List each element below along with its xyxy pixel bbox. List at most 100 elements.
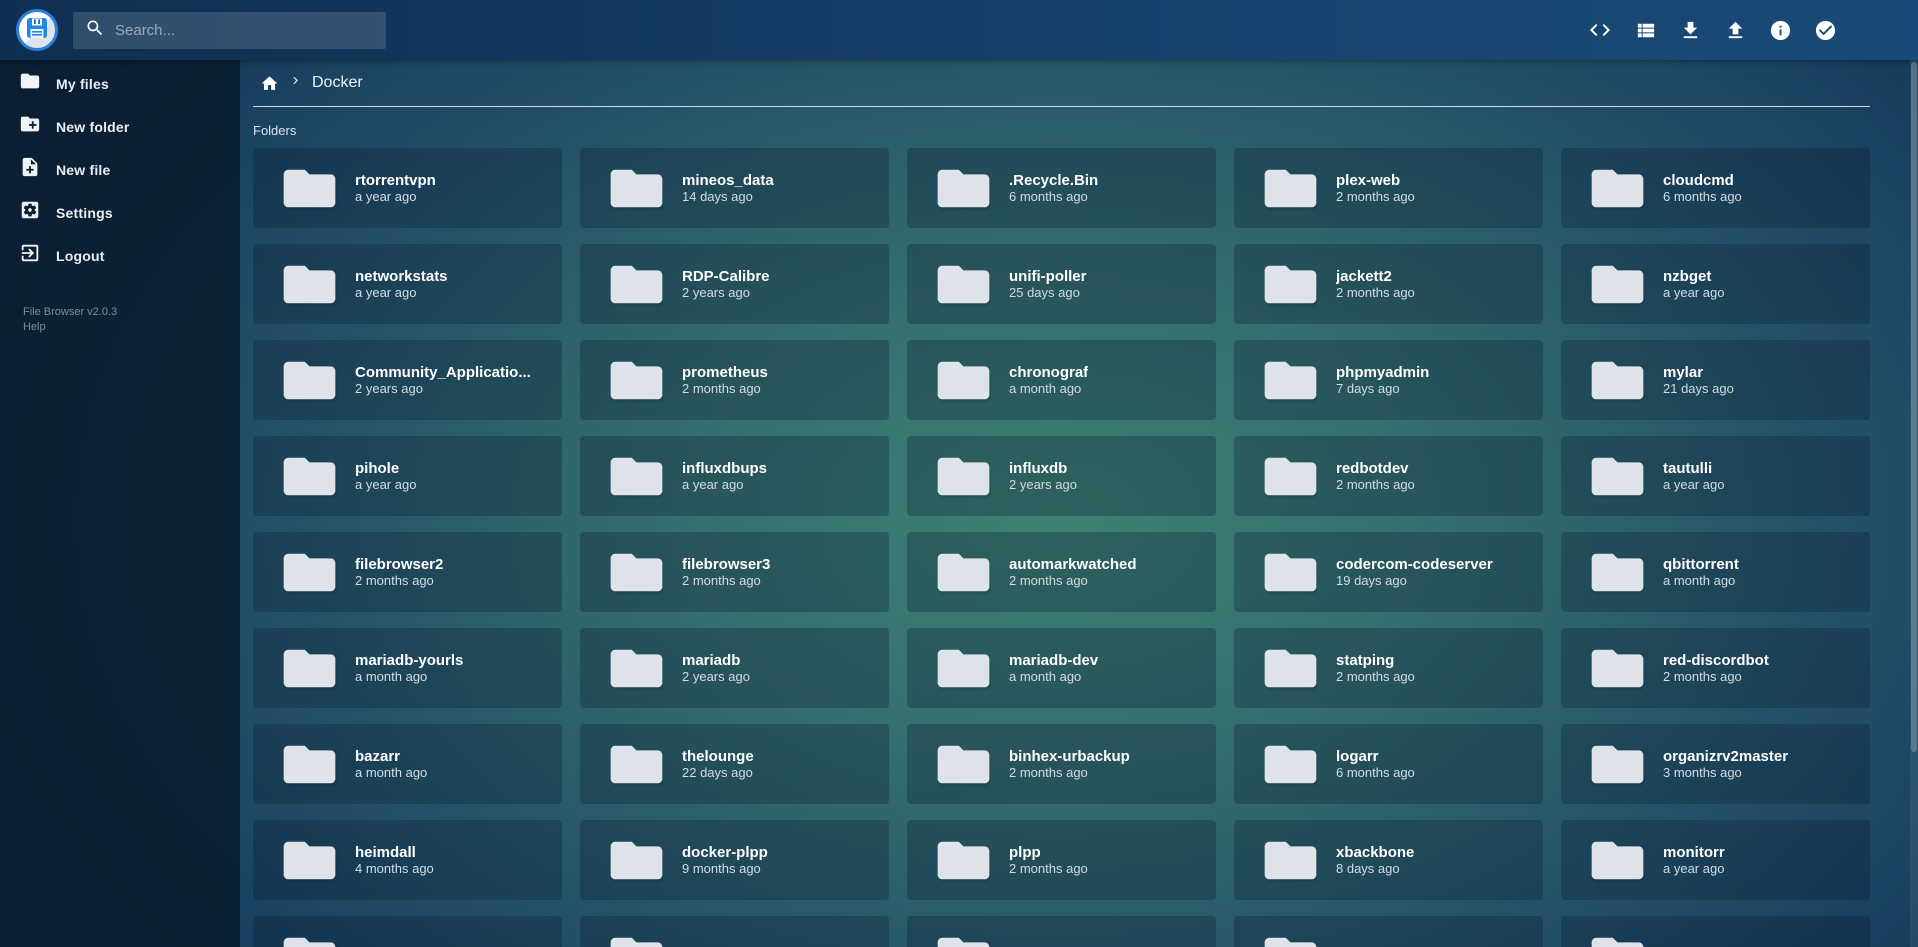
folder-card[interactable]: chronograf a month ago	[907, 340, 1216, 420]
folder-icon	[281, 453, 338, 500]
folder-card[interactable]: heimdall 4 months ago	[253, 820, 562, 900]
search-input[interactable]	[115, 22, 374, 39]
folder-card[interactable]: RDP-Calibre 2 years ago	[580, 244, 889, 324]
folder-card[interactable]: plex-web 2 months ago	[1234, 148, 1543, 228]
select-multiple-icon[interactable]	[1810, 15, 1840, 45]
search-icon	[85, 18, 105, 43]
app-logo[interactable]	[16, 9, 58, 51]
folder-name: red-discordbot	[1663, 652, 1769, 669]
folder-card[interactable]: influxdbups a year ago	[580, 436, 889, 516]
folder-card[interactable]: logarr 6 months ago	[1234, 724, 1543, 804]
folder-card[interactable]: filebrowser2 2 months ago	[253, 532, 562, 612]
folder-card[interactable]: organizrv2master 3 months ago	[1561, 724, 1870, 804]
folder-modified-date: 22 days ago	[682, 765, 754, 780]
folder-modified-date: 14 days ago	[682, 189, 774, 204]
sidebar-item-new-folder[interactable]: New folder	[0, 105, 240, 148]
folder-card[interactable]: pihole a year ago	[253, 436, 562, 516]
folder-card[interactable]: minecraft	[907, 916, 1216, 947]
search-box[interactable]	[73, 12, 386, 49]
code-icon[interactable]	[1585, 15, 1615, 45]
info-icon[interactable]	[1765, 15, 1795, 45]
folder-icon	[1262, 933, 1319, 947]
folder-card[interactable]: .Recycle.Bin 6 months ago	[907, 148, 1216, 228]
folder-card[interactable]: qbittorrent a month ago	[1561, 532, 1870, 612]
folder-name: automarkwatched	[1009, 556, 1137, 573]
upload-icon[interactable]	[1720, 15, 1750, 45]
scrollbar-thumb[interactable]	[1911, 62, 1917, 752]
folder-card[interactable]: monitorr a year ago	[1561, 820, 1870, 900]
sidebar-item-logout[interactable]: Logout	[0, 234, 240, 277]
folder-card[interactable]: red-discordbot 2 months ago	[1561, 628, 1870, 708]
folder-card[interactable]: rtorrentvpn a year ago	[253, 148, 562, 228]
folder-card[interactable]: mariadb-yourls a month ago	[253, 628, 562, 708]
folder-card[interactable]: nzbget a year ago	[1561, 244, 1870, 324]
sidebar-item-label: New folder	[56, 119, 130, 135]
folder-card[interactable]: Community_Applicatio... 2 years ago	[253, 340, 562, 420]
folder-card[interactable]: bazarr a month ago	[253, 724, 562, 804]
folder-card[interactable]: mariadb-dev a month ago	[907, 628, 1216, 708]
sidebar-item-my-files[interactable]: My files	[0, 62, 240, 105]
folder-name: thelounge	[682, 748, 754, 765]
new-file-icon	[19, 156, 41, 183]
sidebar-item-settings[interactable]: Settings	[0, 191, 240, 234]
file-listing: Docker Folders rtorrentvpn a year ago	[240, 60, 1918, 947]
sidebar: My files New folder New file Settings Lo…	[0, 60, 240, 947]
folder-card[interactable]: cloudcmd 6 months ago	[1561, 148, 1870, 228]
folder-card[interactable]: thelounge 22 days ago	[580, 724, 889, 804]
folder-card[interactable]: mineos	[1234, 916, 1543, 947]
folder-meta: filebrowser3 2 months ago	[682, 556, 780, 588]
folder-modified-date: 2 months ago	[682, 573, 770, 588]
folder-card[interactable]: codimd	[1561, 916, 1870, 947]
folder-icon	[1262, 837, 1319, 884]
folder-card[interactable]: unifi-poller 25 days ago	[907, 244, 1216, 324]
breadcrumb-current[interactable]: Docker	[312, 74, 363, 92]
folder-card[interactable]: jackett2 2 months ago	[1234, 244, 1543, 324]
folder-meta: unifi-poller 25 days ago	[1009, 268, 1097, 300]
folder-icon	[1589, 933, 1646, 947]
folder-card[interactable]: influxdb 2 years ago	[907, 436, 1216, 516]
folder-card[interactable]: automarkwatched 2 months ago	[907, 532, 1216, 612]
folder-icon	[608, 837, 665, 884]
folder-modified-date: 2 months ago	[682, 381, 768, 396]
folder-name: mariadb	[682, 652, 750, 669]
folder-icon	[281, 357, 338, 404]
folder-card[interactable]: mariadb 2 years ago	[580, 628, 889, 708]
scrollbar-track[interactable]	[1909, 60, 1918, 947]
folder-modified-date: 2 months ago	[1336, 189, 1415, 204]
folder-card[interactable]: networkstats a year ago	[253, 244, 562, 324]
folder-name: plpp	[1009, 844, 1088, 861]
folder-name: .Recycle.Bin	[1009, 172, 1098, 189]
folder-modified-date: a month ago	[1009, 669, 1098, 684]
folder-card[interactable]: filebrowser3 2 months ago	[580, 532, 889, 612]
folder-card[interactable]: mineos_data 14 days ago	[580, 148, 889, 228]
folder-card[interactable]: code-server	[253, 916, 562, 947]
folder-icon	[608, 261, 665, 308]
folder-icon	[935, 741, 992, 788]
folder-card[interactable]: plpp 2 months ago	[907, 820, 1216, 900]
folder-name: tautulli	[1663, 460, 1724, 477]
folder-icon	[935, 549, 992, 596]
folder-card[interactable]: redbotdev 2 months ago	[1234, 436, 1543, 516]
download-icon[interactable]	[1675, 15, 1705, 45]
folder-card[interactable]: codercom-codeserver 19 days ago	[1234, 532, 1543, 612]
sidebar-item-new-file[interactable]: New file	[0, 148, 240, 191]
folder-meta: pihole a year ago	[355, 460, 426, 492]
folder-card[interactable]: xbackbone 8 days ago	[1234, 820, 1543, 900]
folder-card[interactable]: organizr	[580, 916, 889, 947]
folder-card[interactable]: phpmyadmin 7 days ago	[1234, 340, 1543, 420]
help-link[interactable]: Help	[23, 320, 46, 335]
list-view-icon[interactable]	[1630, 15, 1660, 45]
folder-name: chronograf	[1009, 364, 1088, 381]
folder-card[interactable]: binhex-urbackup 2 months ago	[907, 724, 1216, 804]
folder-card[interactable]: tautulli a year ago	[1561, 436, 1870, 516]
folder-name: codercom-codeserver	[1336, 556, 1493, 573]
folder-card[interactable]: docker-plpp 9 months ago	[580, 820, 889, 900]
home-icon[interactable]	[260, 74, 279, 93]
folder-name: binhex-urbackup	[1009, 748, 1130, 765]
folder-modified-date: 2 months ago	[1009, 765, 1130, 780]
folder-card[interactable]: statping 2 months ago	[1234, 628, 1543, 708]
folder-modified-date: 2 years ago	[682, 285, 770, 300]
breadcrumb: Docker	[253, 60, 1870, 106]
folder-card[interactable]: prometheus 2 months ago	[580, 340, 889, 420]
folder-card[interactable]: mylar 21 days ago	[1561, 340, 1870, 420]
